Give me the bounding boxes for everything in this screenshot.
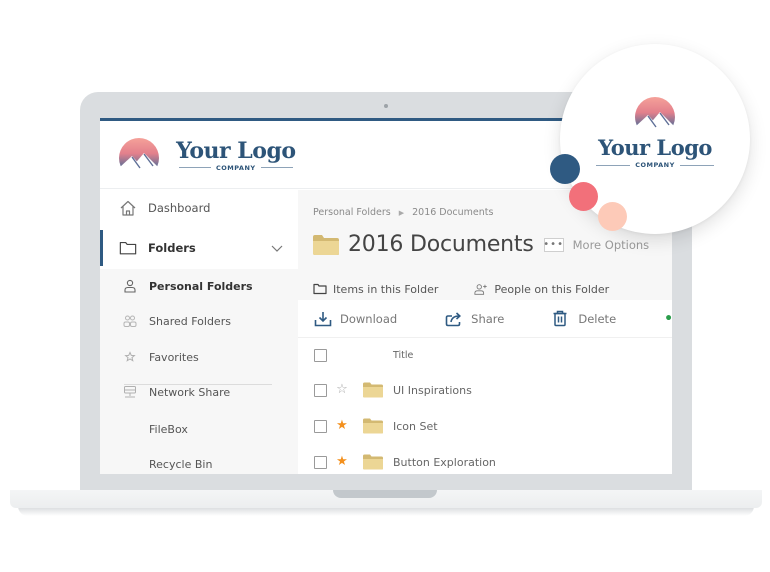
badge-logo-title: Your Logo [598, 135, 712, 160]
logo-title: Your Logo [176, 137, 296, 164]
page-title: 2016 Documents [348, 232, 534, 257]
laptop-camera [384, 104, 388, 108]
delete-label: Delete [578, 311, 617, 326]
sidebar-subitem-label: Favorites [149, 350, 199, 364]
tab-people-on-folder[interactable]: People on this Folder [474, 278, 611, 300]
sidebar-subitem-label: FileBox [149, 422, 188, 436]
star-filled-icon[interactable]: ★ [335, 419, 349, 433]
tabs: Items in this Folder People on this Fold… [313, 278, 611, 304]
sidebar-item-label: Dashboard [148, 201, 211, 215]
tab-label: Items in this Folder [333, 282, 439, 296]
item-name[interactable]: Icon Set [393, 420, 438, 433]
logo-rule-left [179, 167, 211, 168]
select-all-checkbox[interactable] [314, 348, 327, 362]
download-icon [314, 310, 332, 328]
tab-items-in-folder[interactable]: Items in this Folder [313, 278, 441, 304]
share-label: Share [471, 311, 505, 326]
accent-dot-coral [569, 182, 598, 211]
sidebar-subitem-shared-folders[interactable]: Shared Folders [100, 304, 298, 338]
folder-content: Download Share Delete Title ☆ UI Inspira… [298, 300, 672, 474]
company-logo[interactable]: Your Logo COMPANY [118, 137, 298, 173]
breadcrumb: Personal Folders ▶ 2016 Documents [313, 207, 493, 218]
sidebar-subitem-label: Network Share [149, 385, 231, 399]
sidebar-item-dashboard[interactable]: Dashboard [100, 190, 298, 226]
sidebar-subitem-label: Recycle Bin [149, 457, 213, 471]
stage: Your Logo COMPANY Dashboard Folders Pers… [0, 0, 770, 572]
folder-icon [363, 454, 383, 470]
delete-button[interactable]: Delete [552, 309, 616, 329]
list-item[interactable]: ☆ UI Inspirations [298, 372, 672, 408]
badge-rule-right [679, 164, 714, 166]
sidebar-subitem-recycle-bin[interactable]: Recycle Bin [100, 447, 298, 474]
star-outline-icon[interactable]: ☆ [335, 383, 349, 397]
sidebar-item-label: Folders [148, 241, 196, 255]
folders-subnav: Personal Folders Shared Folders Favorite… [100, 269, 298, 474]
folder-outline-icon [313, 283, 327, 295]
item-name[interactable]: UI Inspirations [393, 384, 472, 397]
download-label: Download [340, 311, 398, 326]
item-name[interactable]: Button Exploration [393, 456, 496, 469]
breadcrumb-item-personal-folders[interactable]: Personal Folders [313, 207, 391, 218]
users-icon [123, 314, 137, 328]
share-button[interactable]: Share [445, 309, 504, 329]
folder-icon [313, 234, 339, 255]
more-options-label: More Options [572, 237, 650, 252]
row-checkbox[interactable] [314, 455, 327, 469]
accent-dot-peach [598, 202, 627, 231]
sidebar-subitem-personal-folders[interactable]: Personal Folders [100, 269, 298, 303]
add-person-icon [474, 283, 488, 295]
row-checkbox[interactable] [314, 383, 327, 397]
column-header-title[interactable]: Title [393, 350, 413, 361]
share-icon [445, 310, 463, 328]
accent-dot-navy [550, 154, 580, 184]
more-actions-icon[interactable]: •• [664, 311, 672, 327]
breadcrumb-item-current: 2016 Documents [412, 207, 494, 218]
user-icon [123, 279, 137, 293]
chevron-down-icon[interactable] [270, 241, 284, 255]
download-button[interactable]: Download [314, 309, 397, 329]
logo-rule-right [260, 167, 293, 168]
star-icon [123, 350, 137, 364]
badge-rule-left [596, 164, 631, 166]
sidebar-subitem-label: Personal Folders [149, 279, 253, 293]
mountain-logo-icon [119, 138, 159, 169]
folder-icon [363, 418, 383, 434]
more-options-button[interactable]: ••• More Options [543, 237, 650, 252]
mountain-logo-icon [635, 97, 675, 128]
sidebar-subitem-network-share[interactable]: Network Share [100, 375, 298, 409]
logo-subtitle: COMPANY [216, 163, 256, 172]
folder-icon [119, 239, 137, 257]
tab-label: People on this Folder [494, 282, 610, 296]
list-header: Title [298, 338, 672, 372]
breadcrumb-separator-icon: ▶ [398, 208, 405, 217]
list-item[interactable]: ★ Icon Set [298, 408, 672, 444]
sidebar-item-folders[interactable]: Folders [100, 230, 298, 266]
sidebar-subitem-favorites[interactable]: Favorites [100, 340, 298, 374]
trash-icon [552, 310, 570, 328]
ellipsis-icon: ••• [543, 237, 564, 252]
list-item[interactable]: ★ Button Exploration [298, 444, 672, 474]
main-panel: Personal Folders ▶ 2016 Documents 2016 D… [298, 190, 672, 474]
sidebar-subitem-label: Shared Folders [149, 314, 231, 328]
folder-icon [363, 382, 383, 398]
row-checkbox[interactable] [314, 419, 327, 433]
laptop-notch [333, 490, 437, 498]
home-icon [119, 199, 137, 217]
sidebar-subitem-filebox[interactable]: FileBox [100, 412, 298, 446]
star-filled-icon[interactable]: ★ [335, 455, 349, 469]
badge-logo-subtitle: COMPANY [635, 161, 675, 169]
sidebar: Dashboard Folders Personal Folders Share… [100, 190, 298, 474]
sidebar-divider [124, 384, 272, 385]
action-toolbar: Download Share Delete [298, 300, 672, 338]
network-icon [123, 385, 137, 399]
